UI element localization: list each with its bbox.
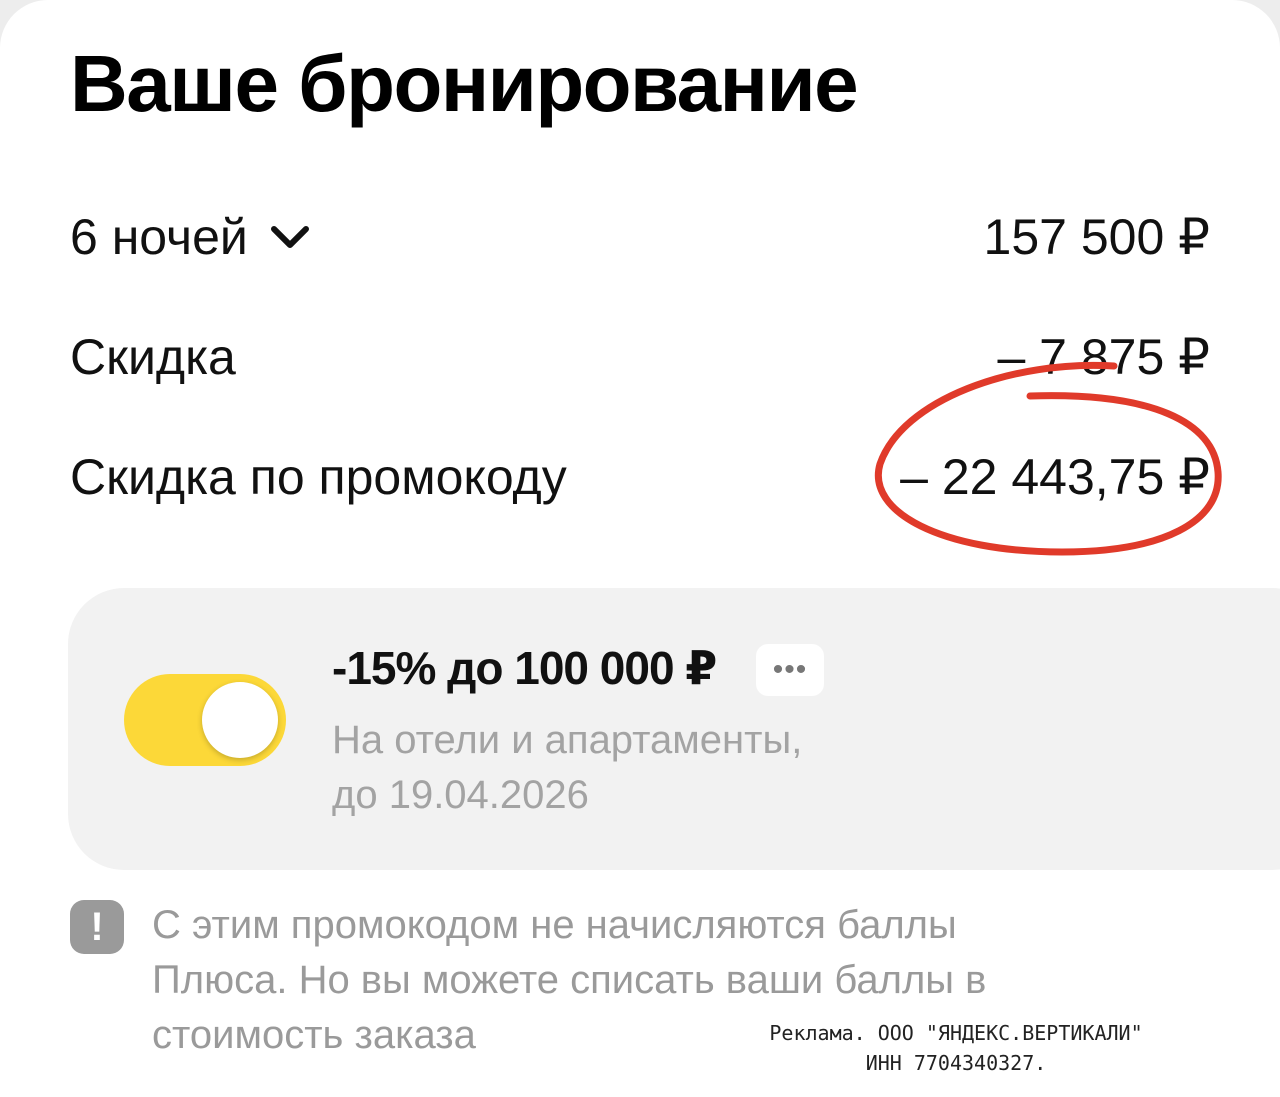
toggle-knob: [202, 682, 278, 758]
booking-card: Ваше бронирование 6 ночей 157 500 ₽ Скид…: [0, 0, 1280, 1097]
exclamation-icon: !: [70, 900, 124, 954]
page-title: Ваше бронирование: [70, 39, 859, 128]
ad-line1: Реклама. ООО "ЯНДЕКС.ВЕРТИКАЛИ": [769, 1021, 1143, 1045]
chevron-down-icon: [270, 226, 309, 248]
nights-label: 6 ночей: [70, 209, 248, 265]
nights-toggle[interactable]: 6 ночей: [70, 212, 312, 262]
promo-offer-subtitle-line2: до 19.04.2026: [332, 773, 589, 817]
ad-disclaimer: Реклама. ООО "ЯНДЕКС.ВЕРТИКАЛИ" ИНН 7704…: [716, 1018, 1196, 1078]
nights-price: 157 500 ₽: [983, 209, 1210, 265]
notice-line1: С этим промокодом не начисляются баллы: [152, 903, 957, 947]
promo-offer-subtitle-line1: На отели и апартаменты,: [332, 718, 803, 762]
promo-discount-label: Скидка по промокоду: [70, 449, 567, 505]
promo-discount-value: – 22 443,75 ₽: [900, 449, 1210, 505]
notice-line2: Плюса. Но вы можете списать ваши баллы в: [152, 958, 987, 1002]
discount-value: – 7 875 ₽: [997, 329, 1210, 385]
promo-offer-title: -15% до 100 000 ₽: [332, 642, 717, 694]
more-icon: •••: [772, 653, 808, 686]
promo-toggle[interactable]: [124, 674, 286, 766]
notice-line3: стоимость заказа: [152, 1013, 476, 1057]
ad-line2: ИНН 7704340327.: [865, 1051, 1047, 1075]
discount-label: Скидка: [70, 329, 236, 385]
more-options-button[interactable]: •••: [756, 644, 824, 696]
